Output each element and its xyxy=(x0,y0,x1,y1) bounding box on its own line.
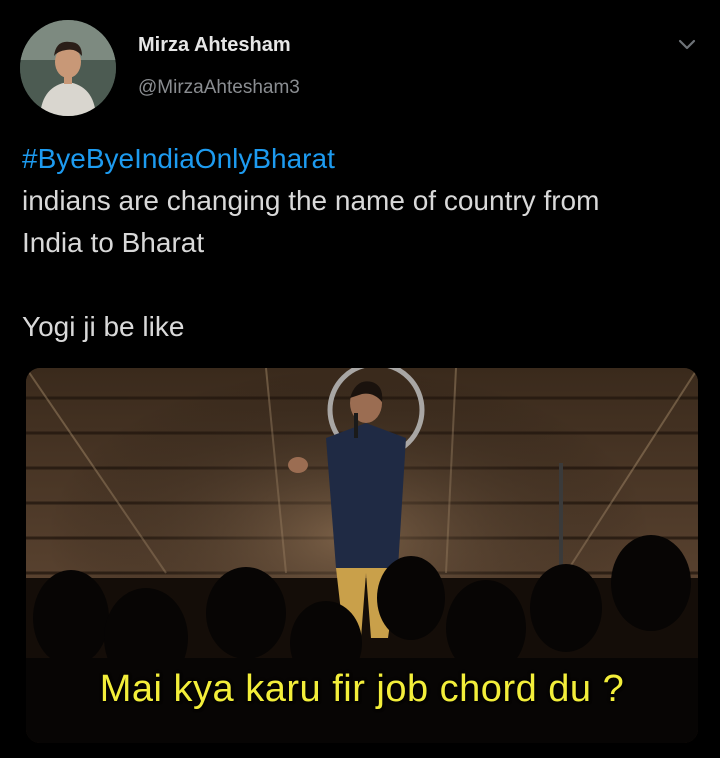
tweet-text: #ByeByeIndiaOnlyBharat indians are chang… xyxy=(22,138,702,348)
tweet-line-2: India to Bharat xyxy=(22,227,205,258)
author-avatar[interactable] xyxy=(20,20,116,116)
tweet-media[interactable]: Mai kya karu fir job chord du ? xyxy=(26,368,698,743)
chevron-down-icon[interactable] xyxy=(676,34,698,56)
hashtag-link[interactable]: #ByeByeIndiaOnlyBharat xyxy=(22,138,702,180)
tweet-line-3: Yogi ji be like xyxy=(22,311,185,342)
tweet-line-1: indians are changing the name of country… xyxy=(22,185,600,216)
author-handle[interactable]: @MirzaAhtesham3 xyxy=(138,77,300,99)
author-name[interactable]: Mirza Ahtesham xyxy=(138,34,291,57)
media-subtitle: Mai kya karu fir job chord du ? xyxy=(99,668,625,710)
avatar-photo-icon xyxy=(20,20,116,116)
